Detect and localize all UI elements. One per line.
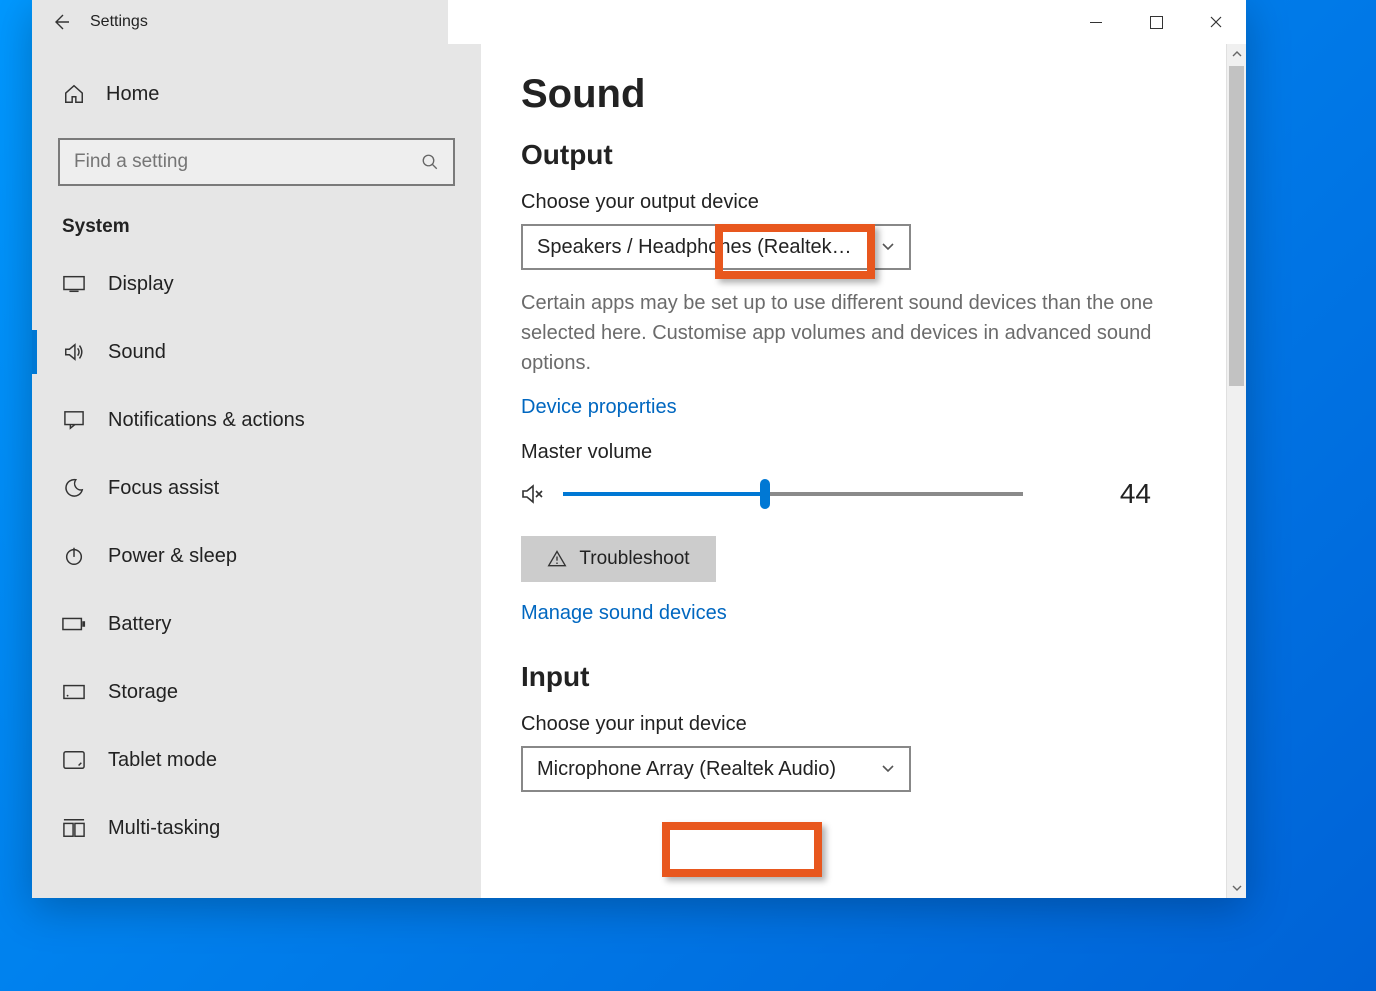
battery-icon	[62, 617, 86, 631]
volume-control: 44	[521, 478, 1186, 510]
input-device-value: Microphone Array (Realtek Audio)	[537, 758, 836, 781]
manage-sound-devices-link[interactable]: Manage sound devices	[521, 602, 727, 625]
nav-label: Battery	[108, 613, 171, 636]
tablet-icon	[62, 750, 86, 770]
nav-label: Power & sleep	[108, 545, 237, 568]
close-button[interactable]	[1186, 0, 1246, 44]
multitask-icon	[62, 818, 86, 838]
home-icon	[62, 83, 86, 105]
nav-label: Focus assist	[108, 477, 219, 500]
sidebar-item-sound[interactable]: Sound	[32, 318, 481, 386]
home-nav[interactable]: Home	[32, 68, 481, 120]
chevron-down-icon	[881, 242, 895, 252]
volume-fill	[563, 492, 765, 496]
sidebar-item-tablet-mode[interactable]: Tablet mode	[32, 726, 481, 794]
nav-label: Storage	[108, 681, 178, 704]
maximize-button[interactable]	[1126, 0, 1186, 44]
display-icon	[62, 275, 86, 293]
back-button[interactable]	[32, 0, 90, 44]
troubleshoot-button[interactable]: Troubleshoot	[521, 536, 716, 582]
device-properties-link[interactable]: Device properties	[521, 396, 677, 419]
nav-label: Notifications & actions	[108, 409, 305, 432]
close-icon	[1210, 16, 1222, 28]
moon-icon	[62, 477, 86, 499]
window-title: Settings	[90, 0, 148, 44]
sidebar-item-battery[interactable]: Battery	[32, 590, 481, 658]
content: Sound Output Choose your output device S…	[481, 44, 1226, 898]
sidebar-item-notifications[interactable]: Notifications & actions	[32, 386, 481, 454]
output-device-label: Choose your output device	[521, 191, 1186, 214]
title-bar: Settings	[32, 0, 1246, 44]
output-device-value: Speakers / Headphones (Realtek…	[537, 236, 852, 259]
annotation-highlight	[662, 822, 822, 877]
troubleshoot-label: Troubleshoot	[579, 548, 689, 570]
power-icon	[62, 545, 86, 567]
input-device-label: Choose your input device	[521, 713, 1186, 736]
volume-value: 44	[1101, 478, 1151, 510]
scrollbar-thumb[interactable]	[1229, 66, 1244, 386]
sidebar-item-power-sleep[interactable]: Power & sleep	[32, 522, 481, 590]
scroll-up-button[interactable]	[1227, 44, 1246, 64]
sound-icon	[62, 341, 86, 363]
storage-icon	[62, 684, 86, 700]
output-heading: Output	[521, 139, 1186, 171]
sidebar: Home System Display Sound Notifications …	[32, 44, 481, 898]
chevron-down-icon	[881, 764, 895, 774]
page-title: Sound	[521, 72, 1186, 117]
nav-label: Multi-tasking	[108, 817, 220, 840]
volume-slider[interactable]	[563, 492, 1023, 496]
vertical-scrollbar[interactable]	[1226, 44, 1246, 898]
input-heading: Input	[521, 661, 1186, 693]
search-input[interactable]	[74, 151, 421, 173]
arrow-left-icon	[51, 12, 71, 32]
content-area: Sound Output Choose your output device S…	[481, 44, 1246, 898]
sidebar-item-display[interactable]: Display	[32, 250, 481, 318]
minimize-button[interactable]	[1066, 0, 1126, 44]
sidebar-item-focus-assist[interactable]: Focus assist	[32, 454, 481, 522]
output-device-dropdown[interactable]: Speakers / Headphones (Realtek…	[521, 224, 911, 270]
input-device-dropdown[interactable]: Microphone Array (Realtek Audio)	[521, 746, 911, 792]
search-icon	[421, 153, 439, 171]
volume-thumb[interactable]	[760, 479, 770, 509]
notifications-icon	[62, 410, 86, 430]
sidebar-item-multitasking[interactable]: Multi-tasking	[32, 794, 481, 862]
settings-window: Settings Home System	[32, 0, 1246, 898]
scroll-down-button[interactable]	[1227, 878, 1246, 898]
nav-label: Tablet mode	[108, 749, 217, 772]
home-label: Home	[106, 83, 159, 106]
sidebar-item-storage[interactable]: Storage	[32, 658, 481, 726]
search-box[interactable]	[58, 138, 455, 186]
warning-icon	[547, 549, 567, 569]
master-volume-label: Master volume	[521, 441, 1186, 464]
nav-label: Sound	[108, 341, 166, 364]
speaker-muted-icon[interactable]	[521, 482, 545, 506]
nav-group-system: System	[32, 208, 481, 250]
output-description: Certain apps may be set up to use differ…	[521, 288, 1161, 378]
nav-label: Display	[108, 273, 174, 296]
